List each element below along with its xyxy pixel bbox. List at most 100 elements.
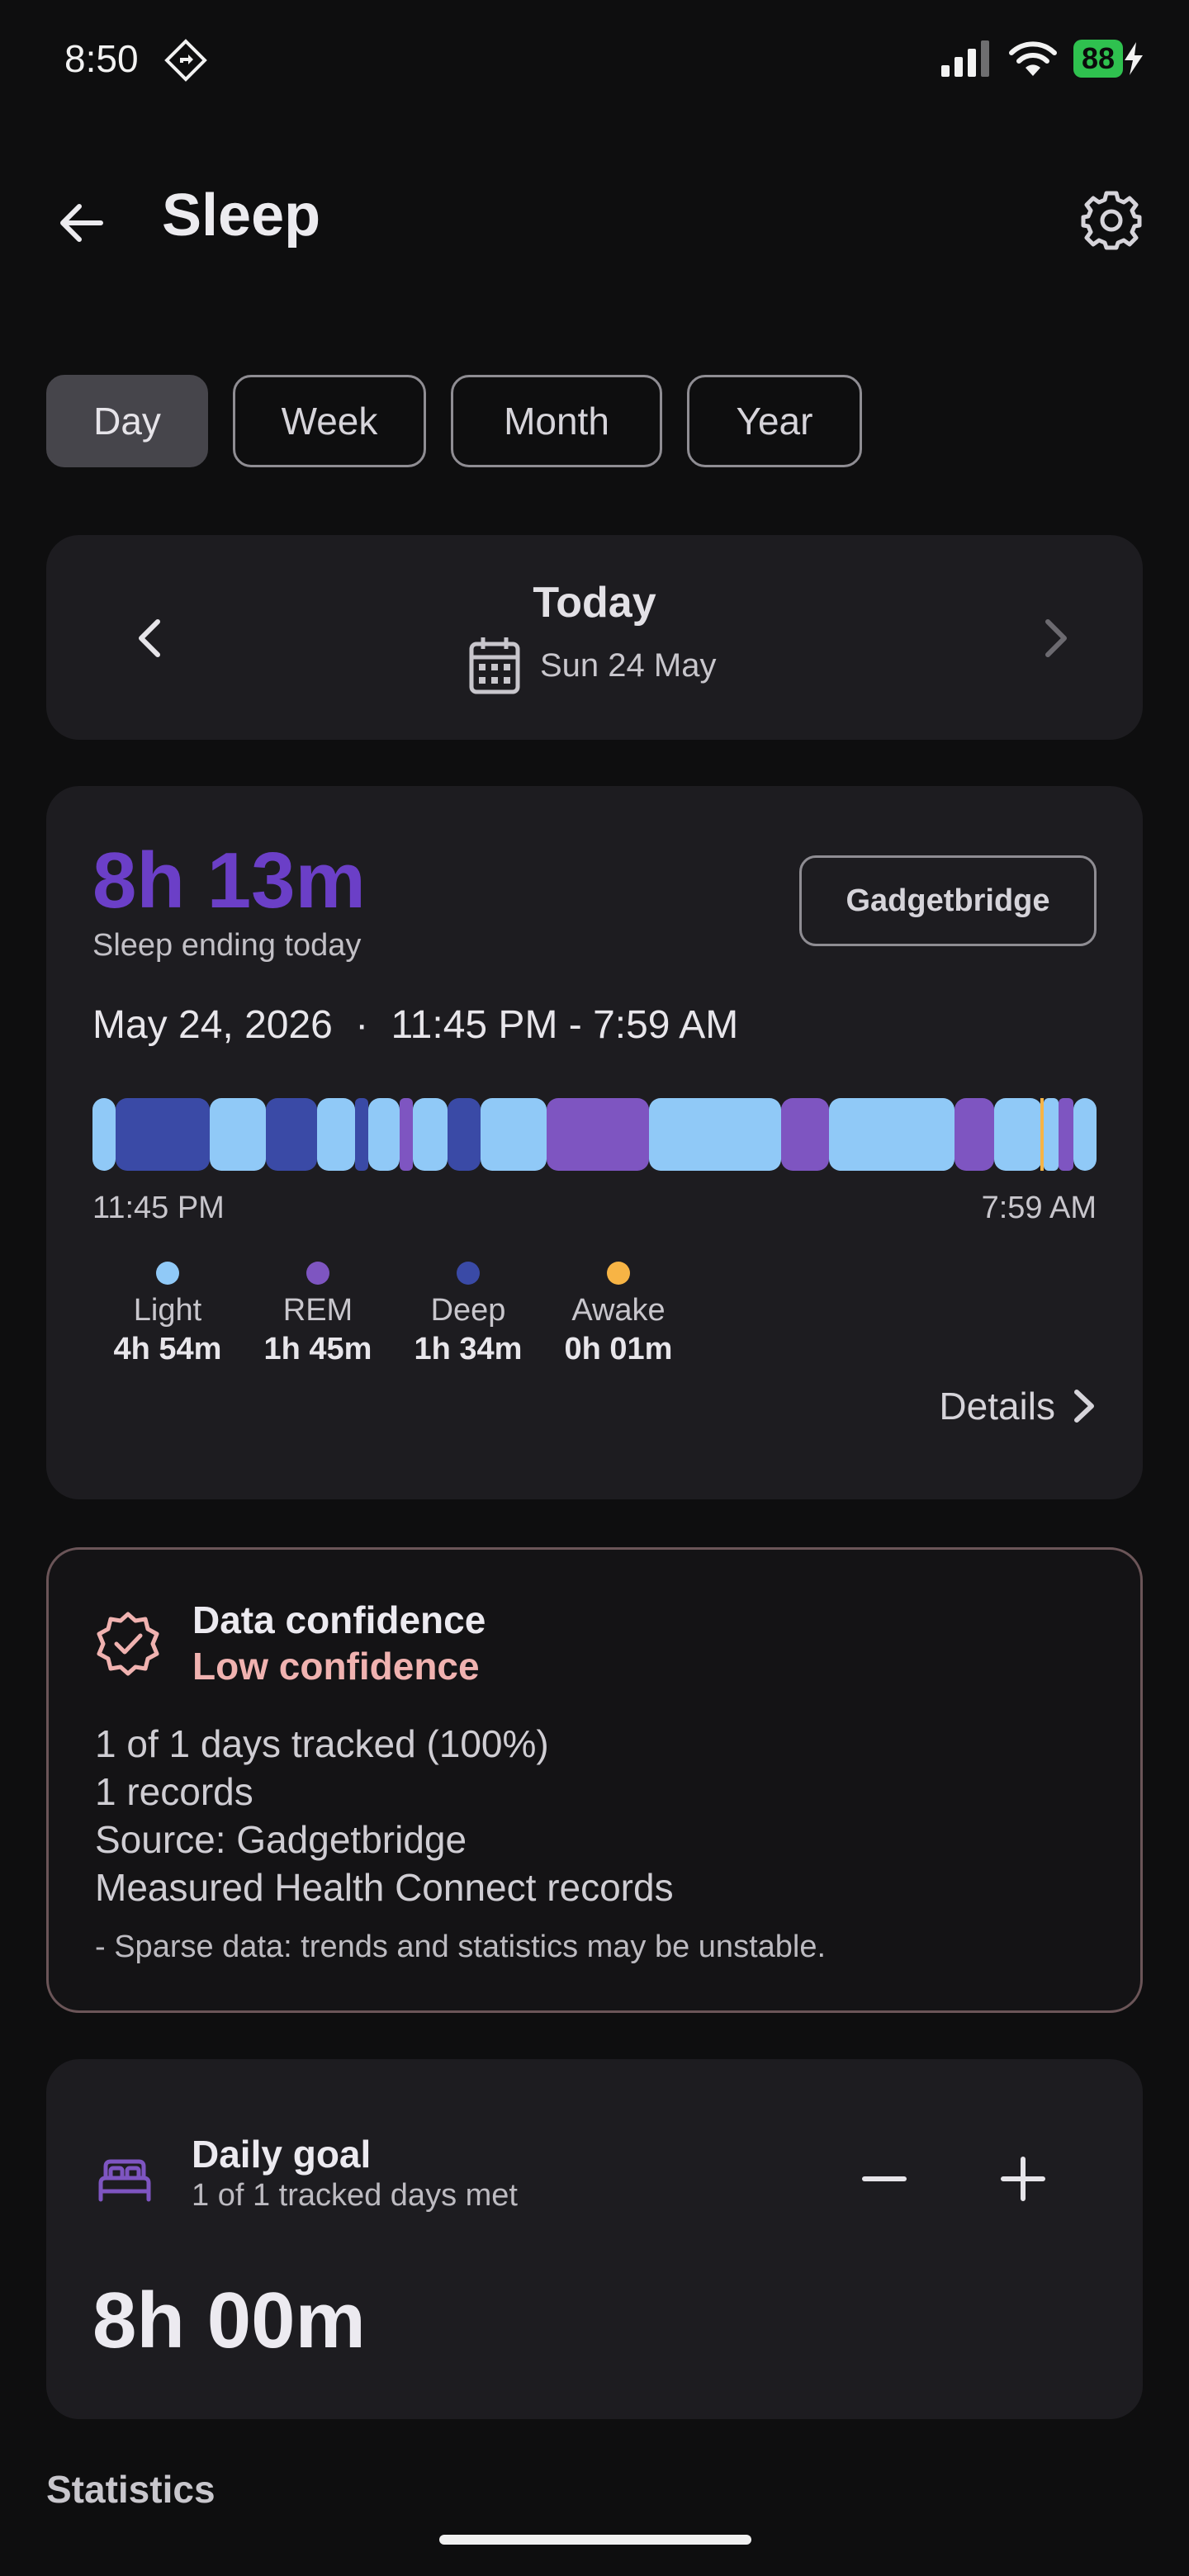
hypnogram-segment — [266, 1098, 317, 1171]
legend-label: Light — [133, 1293, 202, 1328]
confidence-line: Source: Gadgetbridge — [95, 1818, 467, 1861]
sleep-stage-legend: Light 4h 54m REM 1h 45m Deep 1h 34m Awak… — [92, 1262, 694, 1367]
sleep-ending-label: Sleep ending today — [92, 928, 362, 963]
tab-year[interactable]: Year — [687, 375, 862, 467]
hypnogram-segment — [210, 1098, 266, 1171]
hypnogram-segment — [448, 1098, 481, 1171]
gear-icon — [1081, 191, 1142, 250]
timeline-start-time: 11:45 PM — [92, 1191, 225, 1225]
legend-label: Awake — [571, 1293, 666, 1328]
status-indicators: 88 — [940, 38, 1144, 79]
data-confidence-card: Data confidence Low confidence 1 of 1 da… — [46, 1547, 1143, 2013]
hypnogram-segment — [1059, 1098, 1073, 1171]
battery-level: 88 — [1073, 40, 1123, 78]
verified-badge-icon — [97, 1612, 159, 1676]
hypnogram-segment — [116, 1098, 210, 1171]
hypnogram-segment — [994, 1098, 1042, 1171]
period-tabs: Day Week Month Year — [46, 375, 862, 467]
plus-icon — [1001, 2157, 1045, 2201]
legend-value: 0h 01m — [564, 1332, 673, 1366]
tab-week[interactable]: Week — [233, 375, 426, 467]
confidence-level: Low confidence — [192, 1645, 480, 1688]
hypnogram-segment — [368, 1098, 400, 1171]
confidence-line: 1 of 1 days tracked (100%) — [95, 1722, 549, 1765]
sleep-session-range: May 24, 2026 · 11:45 PM - 7:59 AM — [92, 1002, 738, 1048]
confidence-line: Measured Health Connect records — [95, 1866, 674, 1909]
legend-dot-light — [156, 1262, 179, 1285]
back-button[interactable] — [45, 187, 117, 259]
charging-icon — [1125, 42, 1143, 75]
chevron-right-icon — [1074, 1390, 1094, 1423]
sleep-stage-timeline — [92, 1098, 1097, 1171]
home-indicator[interactable] — [439, 2535, 751, 2545]
separator-dot: · — [355, 1003, 369, 1047]
settings-button[interactable] — [1073, 182, 1149, 258]
legend-label: REM — [282, 1293, 353, 1328]
tab-day[interactable]: Day — [46, 375, 208, 467]
status-bar: 8:50 88 — [0, 0, 1189, 116]
legend-item-awake: Awake 0h 01m — [543, 1262, 694, 1367]
sleep-time-range: 11:45 PM - 7:59 AM — [391, 1003, 739, 1047]
chevron-right-icon — [1045, 619, 1067, 657]
app-bar: Sleep — [0, 165, 1189, 264]
legend-dot-rem — [306, 1262, 329, 1285]
sleep-date: May 24, 2026 — [92, 1003, 333, 1047]
tab-month[interactable]: Month — [451, 375, 662, 467]
hypnogram-segment — [355, 1098, 368, 1171]
legend-item-deep: Deep 1h 34m — [393, 1262, 543, 1367]
page-title: Sleep — [162, 182, 321, 249]
date-picker[interactable]: Sun 24 May — [467, 636, 716, 695]
daily-goal-card: Daily goal 1 of 1 tracked days met 8h 00… — [46, 2059, 1143, 2419]
navigation-app-icon — [164, 39, 207, 82]
hypnogram-segment — [317, 1098, 355, 1171]
hypnogram-segment — [400, 1098, 413, 1171]
legend-value: 1h 45m — [263, 1332, 372, 1366]
date-label: Sun 24 May — [540, 646, 717, 684]
hypnogram-segment — [649, 1098, 781, 1171]
status-time: 8:50 — [64, 37, 139, 80]
hypnogram-segment — [955, 1098, 994, 1171]
battery-icon: 88 — [1073, 40, 1144, 78]
details-button[interactable]: Details — [939, 1384, 1097, 1428]
legend-value: 1h 34m — [414, 1332, 523, 1366]
hypnogram-segment — [829, 1098, 955, 1171]
hypnogram-segment — [413, 1098, 448, 1171]
sleep-summary-card: 8h 13m Sleep ending today Gadgetbridge M… — [46, 786, 1143, 1499]
source-chip[interactable]: Gadgetbridge — [799, 855, 1097, 946]
calendar-icon — [469, 637, 520, 694]
increase-goal-button[interactable] — [978, 2133, 1068, 2224]
hypnogram-segment — [481, 1098, 547, 1171]
statistics-heading: Statistics — [46, 2468, 216, 2511]
legend-value: 4h 54m — [113, 1332, 222, 1366]
hypnogram-segment — [1044, 1098, 1059, 1171]
hypnogram-segment — [92, 1098, 116, 1171]
goal-subtitle: 1 of 1 tracked days met — [192, 2178, 518, 2213]
bed-icon — [98, 2159, 151, 2202]
date-navigator: Today Sun 24 May — [46, 535, 1143, 740]
legend-item-rem: REM 1h 45m — [243, 1262, 393, 1367]
date-title: Today — [533, 579, 656, 627]
hypnogram-segment — [1073, 1098, 1097, 1171]
legend-label: Deep — [430, 1293, 506, 1328]
confidence-details: 1 of 1 days tracked (100%) 1 records Sou… — [95, 1720, 674, 1911]
confidence-note: - Sparse data: trends and statistics may… — [95, 1930, 827, 1964]
decrease-goal-button[interactable] — [839, 2133, 930, 2224]
hypnogram-segment — [781, 1098, 829, 1171]
timeline-end-time: 7:59 AM — [981, 1191, 1097, 1225]
next-day-button[interactable] — [1019, 601, 1093, 675]
goal-title: Daily goal — [192, 2133, 372, 2176]
legend-item-light: Light 4h 54m — [92, 1262, 243, 1367]
confidence-line: 1 records — [95, 1770, 253, 1813]
legend-dot-awake — [607, 1262, 630, 1285]
signal-icon — [940, 40, 989, 77]
minus-icon — [862, 2176, 907, 2181]
goal-value: 8h 00m — [92, 2276, 366, 2365]
back-arrow-icon — [60, 204, 103, 242]
wifi-icon — [1008, 41, 1057, 76]
hypnogram-segment — [1040, 1098, 1044, 1171]
sleep-duration: 8h 13m — [92, 836, 366, 925]
details-label: Details — [939, 1385, 1055, 1428]
legend-dot-deep — [457, 1262, 480, 1285]
confidence-title: Data confidence — [192, 1598, 486, 1641]
hypnogram-segment — [547, 1098, 649, 1171]
